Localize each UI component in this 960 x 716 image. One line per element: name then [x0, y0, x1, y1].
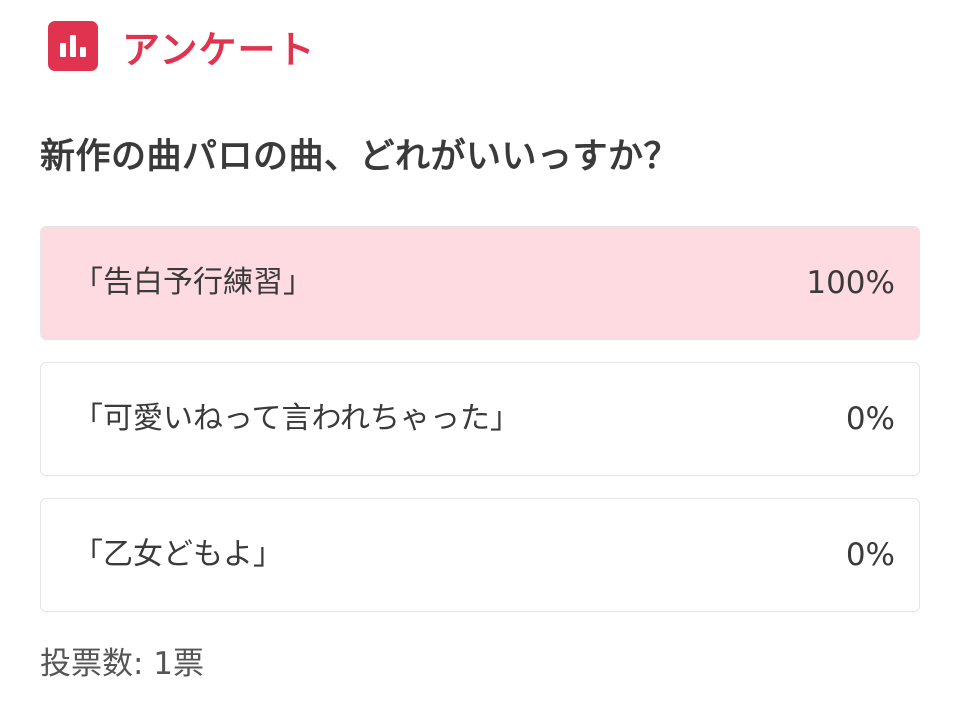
poll-option-2[interactable]: 「可愛いねって言われちゃった」 0%	[40, 362, 920, 476]
poll-option-1[interactable]: 「告白予行練習」 100%	[40, 226, 920, 340]
vote-count: 投票数: 1票	[40, 646, 205, 682]
poll-option-label: 「告白予行練習」	[73, 265, 313, 300]
poll-options: 「告白予行練習」 100% 「可愛いねって言われちゃった」 0% 「乙女どもよ」…	[40, 226, 920, 634]
poll-header: アンケート	[48, 20, 315, 72]
poll-option-label: 「可愛いねって言われちゃった」	[73, 401, 520, 436]
poll-option-3[interactable]: 「乙女どもよ」 0%	[40, 498, 920, 612]
bar-chart-icon	[48, 21, 98, 71]
poll-option-percent: 0%	[845, 401, 895, 437]
poll-option-percent: 100%	[806, 265, 895, 301]
poll-option-label: 「乙女どもよ」	[73, 537, 283, 572]
poll-question: 新作の曲パロの曲、どれがいいっすか？	[40, 137, 680, 177]
poll-option-percent: 0%	[845, 537, 895, 573]
poll-title: アンケート	[122, 27, 316, 72]
